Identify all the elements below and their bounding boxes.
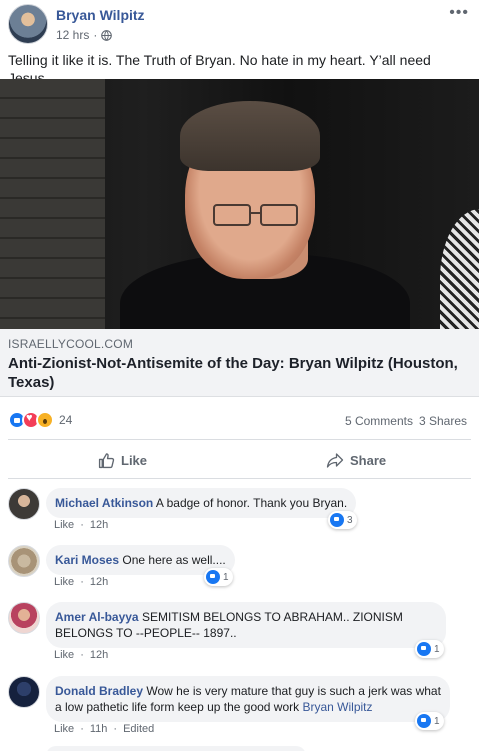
author-avatar[interactable] [8,4,48,44]
keffiyeh-pattern [440,209,479,329]
comment-like-link[interactable]: Like [54,723,74,735]
comment-separator: · [80,723,84,735]
comments-count[interactable]: 5 Comments [345,414,413,428]
avatar[interactable] [8,545,40,577]
like-icon [417,642,431,656]
post-header: Bryan Wilpitz 12 hrs · ••• [8,4,471,44]
meta-separator: · [93,28,98,42]
comment-footer: Like · 12h [54,649,108,661]
brick-wall-background [0,79,105,329]
link-title[interactable]: Anti-Zionist-Not-Antisemite of the Day: … [8,354,470,392]
avatar[interactable] [8,602,40,634]
post-meta: 12 hrs · [56,28,113,42]
comment-separator: · [113,723,118,735]
comment: Amer Al-bayya SEMITISM BELONGS TO ABRAHA… [8,602,471,664]
comment-time[interactable]: 12h [90,649,108,661]
divider [8,478,471,479]
glasses-left-lens [213,204,251,226]
link-preview-image[interactable]: i [0,79,479,329]
comment-separator: · [80,519,84,531]
comment: Kari Moses One here as well.... 1 Like ·… [8,545,471,593]
glasses-right-lens [260,204,298,226]
person-hair [180,101,320,171]
avatar[interactable] [8,676,40,708]
globe-icon[interactable] [101,29,113,41]
comment-edited-label[interactable]: Edited [123,723,154,735]
comment-footer: Like · 12h [54,519,108,531]
comment-reaction-count: 1 [223,571,229,583]
comment-separator: · [80,576,84,588]
post-card: Bryan Wilpitz 12 hrs · ••• Telling it li… [0,0,479,751]
comment-reaction-count: 1 [434,715,440,727]
comment-reactions[interactable]: 1 [415,712,444,730]
commenter-name[interactable]: Kari Moses [55,553,119,567]
comment-reactions[interactable]: 1 [415,640,444,658]
comment-time[interactable]: 12h [90,519,108,531]
commenter-name[interactable]: Donald Bradley [55,684,143,698]
comment: Michael Atkinson A badge of honor. Thank… [8,488,471,536]
comment-time[interactable]: 11h [90,723,108,735]
like-button-label: Like [121,452,148,468]
next-comment-bubble [46,746,306,751]
comment-bubble: Amer Al-bayya SEMITISM BELONGS TO ABRAHA… [46,602,446,648]
comment-reaction-count: 3 [347,514,353,526]
comment-footer: Like · 11h · Edited [54,723,154,735]
comment-reactions[interactable]: 3 [328,511,357,529]
link-preview-caption[interactable]: ISRAELLYCOOL.COM Anti-Zionist-Not-Antise… [0,329,479,397]
like-icon [206,570,220,584]
glasses-bridge [250,212,261,214]
reaction-count: 24 [59,413,73,427]
engagement-counts: 5 Comments 3 Shares [345,414,467,428]
comment-text: A badge of honor. Thank you Bryan. [155,496,348,510]
comment-bubble: Michael Atkinson A badge of honor. Thank… [46,488,357,518]
mention-link[interactable]: Bryan Wilpitz [302,700,372,714]
comment-reaction-count: 1 [434,643,440,655]
comment-bubble: Donald Bradley Wow he is very mature tha… [46,676,450,722]
author-name[interactable]: Bryan Wilpitz [56,7,145,23]
share-button-label: Share [350,452,387,468]
comment-like-link[interactable]: Like [54,519,74,531]
commenter-name[interactable]: Michael Atkinson [55,496,153,510]
like-icon [417,714,431,728]
link-domain: ISRAELLYCOOL.COM [8,337,134,351]
comment-footer: Like · 12h [54,576,108,588]
post-time[interactable]: 12 hrs [56,28,89,42]
comment-time[interactable]: 12h [90,576,108,588]
divider [8,439,471,440]
like-icon [330,513,344,527]
comment: Donald Bradley Wow he is very mature tha… [8,676,471,738]
share-arrow-icon [326,452,344,468]
wow-icon [36,411,54,429]
comment-like-link[interactable]: Like [54,649,74,661]
more-dots-icon[interactable]: ••• [449,4,469,22]
reaction-summary[interactable]: 24 [8,411,72,429]
comment-separator: · [80,649,84,661]
comment-text: One here as well.... [122,553,226,567]
shares-count[interactable]: 3 Shares [419,414,467,428]
commenter-name[interactable]: Amer Al-bayya [55,610,139,624]
share-button[interactable]: Share [326,450,386,470]
like-button[interactable]: Like [98,450,147,470]
avatar[interactable] [8,488,40,520]
comment-reactions[interactable]: 1 [204,568,233,586]
comment-like-link[interactable]: Like [54,576,74,588]
thumbs-up-icon [98,452,115,468]
